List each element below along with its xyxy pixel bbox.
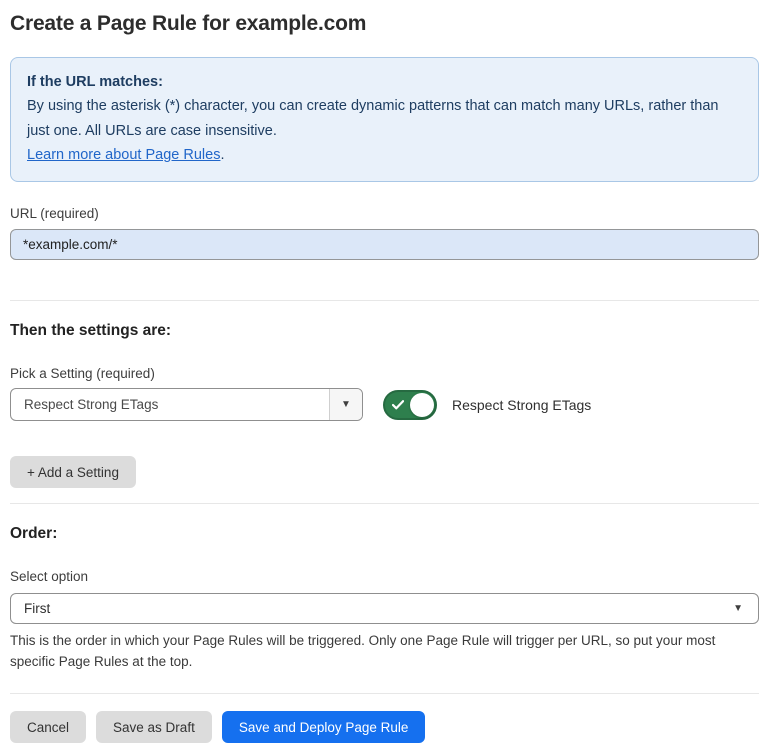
setting-select-arrow-button[interactable]: ▼ bbox=[329, 389, 362, 420]
setting-select[interactable]: Respect Strong ETags ▼ bbox=[10, 388, 363, 421]
section-divider bbox=[10, 300, 759, 301]
info-box-link-line: Learn more about Page Rules. bbox=[27, 143, 742, 167]
check-icon bbox=[392, 399, 404, 411]
add-setting-button[interactable]: + Add a Setting bbox=[10, 456, 136, 488]
order-section-heading: Order: bbox=[10, 525, 759, 543]
toggle-label: Respect Strong ETags bbox=[452, 397, 591, 413]
info-box-body: By using the asterisk (*) character, you… bbox=[27, 94, 732, 143]
section-divider bbox=[10, 503, 759, 504]
save-draft-button[interactable]: Save as Draft bbox=[96, 711, 212, 743]
order-help-text: This is the order in which your Page Rul… bbox=[10, 631, 755, 673]
setting-select-value: Respect Strong ETags bbox=[11, 389, 329, 420]
footer-divider bbox=[10, 693, 759, 694]
url-field-label: URL (required) bbox=[10, 206, 759, 221]
etags-toggle[interactable] bbox=[383, 390, 437, 420]
cancel-button[interactable]: Cancel bbox=[10, 711, 86, 743]
url-input[interactable] bbox=[10, 229, 759, 260]
order-select-label: Select option bbox=[10, 569, 759, 584]
learn-more-link[interactable]: Learn more about Page Rules bbox=[27, 147, 220, 163]
settings-section-heading: Then the settings are: bbox=[10, 322, 759, 340]
setting-picker-label: Pick a Setting (required) bbox=[10, 366, 759, 381]
toggle-knob[interactable] bbox=[410, 393, 434, 417]
order-select-value: First bbox=[24, 601, 50, 616]
save-deploy-button[interactable]: Save and Deploy Page Rule bbox=[222, 711, 426, 743]
url-match-info-box: If the URL matches: By using the asteris… bbox=[10, 57, 759, 182]
chevron-down-icon: ▼ bbox=[341, 399, 351, 410]
chevron-down-icon: ▼ bbox=[733, 603, 743, 614]
order-select[interactable]: First ▼ bbox=[10, 593, 759, 624]
footer-actions: Cancel Save as Draft Save and Deploy Pag… bbox=[10, 711, 759, 743]
link-period: . bbox=[220, 147, 224, 163]
info-box-heading: If the URL matches: bbox=[27, 70, 742, 94]
page-title: Create a Page Rule for example.com bbox=[10, 12, 759, 36]
setting-row: Respect Strong ETags ▼ Respect Strong ET… bbox=[10, 388, 759, 421]
